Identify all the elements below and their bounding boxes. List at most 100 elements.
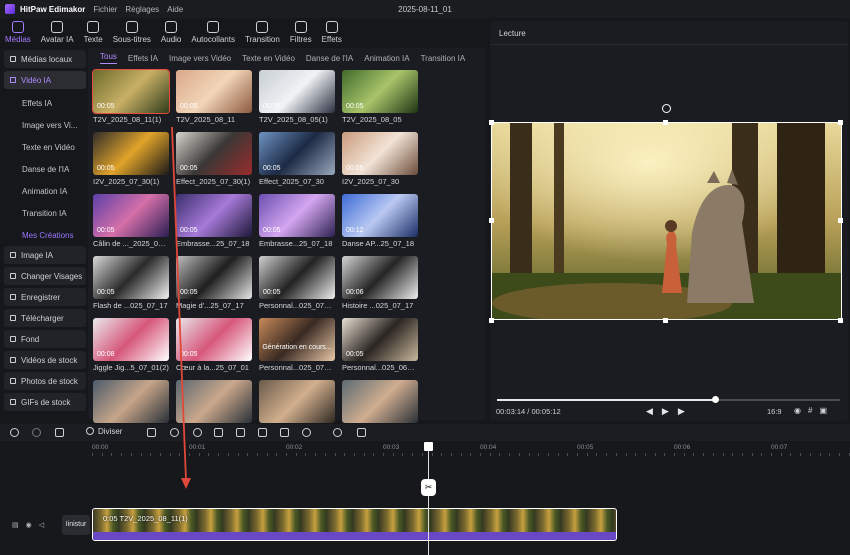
toolbar-text-button[interactable]: Texte	[79, 18, 108, 46]
freeze-icon[interactable]	[302, 428, 311, 437]
media-tab[interactable]: Effets IA	[128, 54, 158, 63]
media-item[interactable]: 00:05 Flash de ...025_07_17	[93, 256, 169, 311]
rotate-handle-icon[interactable]	[662, 104, 671, 113]
media-tab[interactable]: Transition IA	[421, 54, 466, 63]
nav-item[interactable]: Télécharger	[4, 309, 86, 327]
nav-sub-item[interactable]: Danse de l'IA	[4, 158, 86, 180]
split-button[interactable]: Diviser	[86, 427, 122, 436]
media-thumbnail[interactable]	[259, 380, 335, 423]
crop-icon[interactable]	[214, 428, 223, 437]
transform-icon[interactable]	[236, 428, 245, 437]
resize-handle[interactable]	[489, 318, 494, 323]
menu-reglages[interactable]: Réglages	[125, 5, 159, 14]
media-thumbnail[interactable]: 00:05	[259, 194, 335, 237]
nav-sub-item[interactable]: Texte en Vidéo	[4, 136, 86, 158]
step-forward-icon[interactable]: ▶	[678, 406, 685, 417]
redo-icon[interactable]	[32, 428, 41, 437]
nav-sub-item[interactable]: Mes Créations	[4, 224, 86, 246]
timeline[interactable]: 00:00 00:01 00:02 00:03 00:04 00:05 00:06 00:07…	[0, 442, 850, 555]
media-item[interactable]: 00:05 Effect_2025_07_30(1)	[176, 132, 252, 187]
nav-sub-item[interactable]: Effets IA	[4, 92, 86, 114]
media-item[interactable]: 00:05 I2V_2025_07_30	[342, 132, 418, 187]
toolbar-subtitles-button[interactable]: Sous-titres	[108, 18, 156, 46]
nav-item[interactable]: Image IA	[4, 246, 86, 264]
media-thumbnail[interactable]: 00:05	[176, 256, 252, 299]
undo-icon[interactable]	[10, 428, 19, 437]
nav-sub-item[interactable]: Animation IA	[4, 180, 86, 202]
resize-handle[interactable]	[838, 120, 843, 125]
media-thumbnail[interactable]: 00:05	[93, 256, 169, 299]
media-thumbnail[interactable]: 00:08	[93, 318, 169, 361]
media-item[interactable]: 00:05 Cœur à la...25_07_01	[176, 318, 252, 373]
media-thumbnail[interactable]: 00:05	[342, 318, 418, 361]
camera-icon[interactable]: ◉	[794, 406, 801, 415]
media-item[interactable]: 00:05 Magie d'...25_07_17	[176, 256, 252, 311]
step-back-icon[interactable]: ◀	[646, 406, 653, 417]
media-thumbnail[interactable]: 00:05	[342, 132, 418, 175]
media-item[interactable]: 00:05 Câlin de ..._2025_07_18	[93, 194, 169, 249]
mirror-icon[interactable]	[258, 428, 267, 437]
nav-item[interactable]: Photos de stock	[4, 372, 86, 390]
link-icon[interactable]	[357, 428, 366, 437]
media-tab[interactable]: Texte en Vidéo	[242, 54, 295, 63]
media-item[interactable]: 00:05 T2V_2025_08_11(1)	[92, 69, 170, 125]
menu-fichier[interactable]: Fichier	[93, 5, 117, 14]
aspect-ratio-select[interactable]: 16:9	[767, 407, 782, 416]
nav-video-ia[interactable]: Vidéo IA	[4, 71, 86, 89]
toolbar-filter-button[interactable]: Filtres	[285, 18, 317, 46]
nav-sub-item[interactable]: Transition IA	[4, 202, 86, 224]
time-ruler[interactable]: 00:00 00:01 00:02 00:03 00:04 00:05 00:06 00:07	[92, 442, 850, 456]
media-item[interactable]: Génération en cours... Personnal...025_07…	[259, 318, 335, 373]
media-thumbnail[interactable]: 00:12	[342, 194, 418, 237]
media-thumbnail[interactable]: 00:05	[176, 70, 252, 113]
media-item[interactable]: 00:05 T2V_2025_08_05	[342, 70, 418, 125]
nav-sub-item[interactable]: Image vers Vi...	[4, 114, 86, 136]
playhead-scissors-icon[interactable]: ✂	[421, 479, 436, 496]
delete-icon[interactable]	[55, 428, 64, 437]
media-thumbnail[interactable]: 00:05	[176, 194, 252, 237]
media-tab[interactable]: Animation IA	[364, 54, 409, 63]
playhead-handle[interactable]	[424, 442, 433, 451]
nav-item[interactable]: Fond	[4, 330, 86, 348]
media-thumbnail[interactable]: Génération en cours...	[259, 318, 335, 361]
video-frame[interactable]	[491, 122, 842, 320]
grid-icon[interactable]: #	[808, 406, 812, 415]
visibility-icon[interactable]: ◉	[26, 521, 32, 529]
media-thumbnail[interactable]	[342, 380, 418, 423]
media-tab[interactable]: Danse de l'IA	[306, 54, 353, 63]
toolbar-avatar-button[interactable]: Avatar IA	[36, 18, 79, 46]
media-item[interactable]: 00:05 Embrasse...25_07_18	[176, 194, 252, 249]
play-icon[interactable]: ▶	[662, 406, 669, 417]
media-item[interactable]: 00:05 Personnal...025_07_17	[259, 256, 335, 311]
video-clip[interactable]: 0:05 T2V_2025_08_11(1)	[92, 508, 617, 541]
lock-icon[interactable]: ▤	[12, 521, 19, 529]
toolbar-sticker-button[interactable]: Autocollants	[186, 18, 240, 46]
seek-bar[interactable]	[497, 396, 840, 403]
resize-handle[interactable]	[838, 318, 843, 323]
media-tab[interactable]: Tous	[100, 52, 117, 64]
media-thumbnail[interactable]: 00:05	[342, 70, 418, 113]
media-thumbnail[interactable]	[93, 380, 169, 423]
media-thumbnail[interactable]: 00:05	[93, 194, 169, 237]
media-thumbnail[interactable]: 00:05	[93, 132, 169, 175]
media-item[interactable]: 00:05 I2V_2025_07_30(1)	[93, 132, 169, 187]
resize-handle[interactable]	[489, 120, 494, 125]
nav-medias-locaux[interactable]: Médias locaux	[4, 50, 86, 68]
media-tab[interactable]: Image vers Vidéo	[169, 54, 231, 63]
media-item[interactable]: 00:05 Embrasse...25_07_18	[259, 194, 335, 249]
media-item[interactable]: 00:05 Personnal...025_06_26	[342, 318, 418, 373]
seek-knob[interactable]	[711, 396, 719, 403]
playhead-line[interactable]	[428, 442, 429, 555]
media-thumbnail[interactable]	[176, 380, 252, 423]
audio-adjust-icon[interactable]	[280, 428, 289, 437]
resize-handle[interactable]	[838, 218, 843, 223]
media-item[interactable]: 00:05 T2V_2025_08_05(1)	[259, 70, 335, 125]
media-item[interactable]: 00:12 Danse AP...25_07_18	[342, 194, 418, 249]
media-item[interactable]: 00:05 Effect_2025_07_30	[259, 132, 335, 187]
speed-icon[interactable]	[193, 428, 202, 437]
media-thumbnail[interactable]: 00:05	[259, 70, 335, 113]
nav-item[interactable]: Changer Visages	[4, 267, 86, 285]
media-item[interactable]: 00:08 Jiggle Jig...5_07_01(2)	[93, 318, 169, 373]
toolbar-audio-button[interactable]: Audio	[156, 18, 186, 46]
resize-handle[interactable]	[663, 120, 668, 125]
